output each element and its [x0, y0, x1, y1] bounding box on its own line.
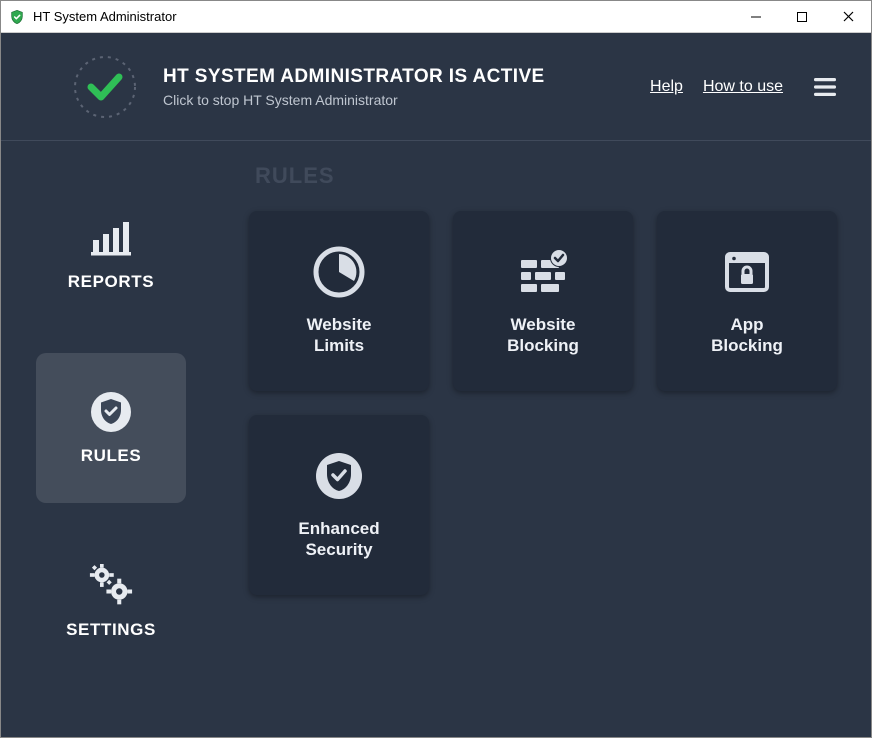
maximize-button[interactable]	[779, 1, 825, 33]
status-subtitle: Click to stop HT System Administrator	[163, 92, 545, 108]
app-window: HT System Administrator HT SYSTEM ADMINI…	[0, 0, 872, 738]
sidebar-item-reports[interactable]: REPORTS	[36, 179, 186, 329]
main-panel: RULES Website Limits	[221, 141, 871, 737]
clock-limit-icon	[313, 246, 365, 298]
window-title: HT System Administrator	[33, 9, 177, 24]
card-title: App Blocking	[711, 314, 783, 357]
gears-icon	[89, 564, 133, 608]
card-enhanced-security[interactable]: Enhanced Security	[249, 415, 429, 595]
how-to-use-link[interactable]: How to use	[703, 78, 783, 96]
status-title: HT SYSTEM ADMINISTRATOR IS ACTIVE	[163, 66, 545, 88]
window-lock-icon	[721, 246, 773, 298]
minimize-button[interactable]	[733, 1, 779, 33]
close-button[interactable]	[825, 1, 871, 33]
menu-icon[interactable]	[811, 76, 839, 98]
shield-check-icon	[89, 390, 133, 434]
sidebar-item-settings[interactable]: SETTINGS	[36, 527, 186, 677]
firewall-icon	[517, 246, 569, 298]
status-text[interactable]: HT SYSTEM ADMINISTRATOR IS ACTIVE Click …	[163, 66, 545, 108]
bar-chart-icon	[89, 216, 133, 260]
app-shield-icon	[9, 9, 25, 25]
status-check-icon[interactable]	[71, 53, 139, 121]
card-app-blocking[interactable]: App Blocking	[657, 211, 837, 391]
titlebar: HT System Administrator	[1, 1, 871, 33]
help-link[interactable]: Help	[650, 78, 683, 96]
page-heading: RULES	[255, 163, 843, 189]
card-title: Website Blocking	[507, 314, 579, 357]
card-website-limits[interactable]: Website Limits	[249, 211, 429, 391]
card-website-blocking[interactable]: Website Blocking	[453, 211, 633, 391]
card-grid: Website Limits	[249, 211, 843, 595]
app-body: HT SYSTEM ADMINISTRATOR IS ACTIVE Click …	[1, 33, 871, 737]
card-title: Website Limits	[307, 314, 372, 357]
sidebar-item-label: RULES	[81, 446, 142, 466]
shield-check-icon	[313, 450, 365, 502]
header-bar: HT SYSTEM ADMINISTRATOR IS ACTIVE Click …	[1, 33, 871, 141]
card-title: Enhanced Security	[298, 518, 379, 561]
content-area: REPORTS RULES	[1, 141, 871, 737]
sidebar-item-rules[interactable]: RULES	[36, 353, 186, 503]
sidebar-item-label: SETTINGS	[66, 620, 156, 640]
sidebar-item-label: REPORTS	[68, 272, 154, 292]
sidebar: REPORTS RULES	[1, 141, 221, 737]
